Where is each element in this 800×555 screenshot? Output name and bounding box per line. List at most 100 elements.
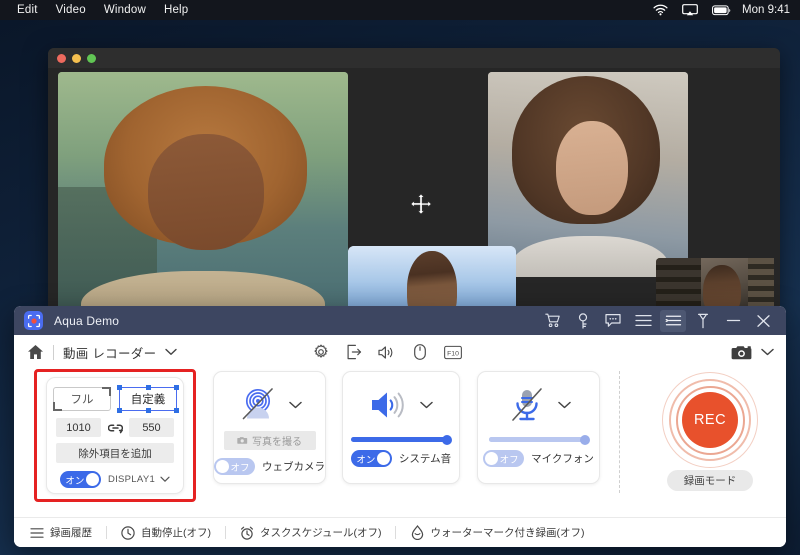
- resize-handle-bl[interactable]: [117, 408, 122, 413]
- minimize-traffic-light[interactable]: [72, 53, 81, 63]
- participant-tile-2[interactable]: [488, 72, 688, 277]
- system-volume-slider[interactable]: [351, 434, 452, 445]
- tile-2-face: [556, 121, 628, 216]
- mouse-icon[interactable]: [411, 343, 429, 361]
- aqua-demo-window[interactable]: Aqua Demo 動画 レコーダー F10 フル 自定義 1010 550 除…: [14, 306, 786, 547]
- microphone-toggle[interactable]: オフ: [483, 450, 525, 467]
- panel-divider: [619, 371, 620, 493]
- custom-region-label: 自定義: [130, 394, 166, 406]
- chevron-down-icon[interactable]: [165, 348, 178, 356]
- webcam-chevron-down-icon[interactable]: [288, 401, 302, 409]
- wifi-icon[interactable]: [646, 4, 675, 16]
- tile-4-shelf-left: [656, 258, 701, 310]
- app-title: Aqua Demo: [54, 313, 120, 328]
- custom-region-button[interactable]: 自定義: [117, 385, 179, 413]
- microphone-volume-thumb[interactable]: [579, 434, 590, 445]
- resize-handle-br[interactable]: [174, 408, 179, 413]
- task-schedule-item[interactable]: タスクスケジュール(オフ): [240, 525, 381, 540]
- list-settings-icon[interactable]: [660, 309, 686, 332]
- sound-chevron-down-icon[interactable]: [420, 401, 433, 409]
- add-exclusion-button[interactable]: 除外項目を追加: [56, 443, 174, 463]
- webcam-off-icon[interactable]: [238, 386, 278, 424]
- call-window-titlebar: [48, 48, 780, 68]
- key-icon[interactable]: [570, 310, 596, 332]
- microphone-volume-slider[interactable]: [488, 434, 590, 445]
- recorder-mode-label[interactable]: 動画 レコーダー: [63, 343, 156, 362]
- system-volume-thumb[interactable]: [442, 434, 452, 445]
- display-settings-highlight: フル 自定義 1010 550 除外項目を追加 オン DISPLAY1: [34, 369, 196, 502]
- link-icon[interactable]: [107, 422, 123, 434]
- height-input[interactable]: [129, 418, 174, 437]
- resize-handle-tr[interactable]: [174, 385, 179, 390]
- pin-icon[interactable]: [690, 310, 716, 332]
- video-call-window[interactable]: [48, 48, 780, 310]
- recording-mode-button[interactable]: 録画モード: [667, 470, 753, 491]
- app-titlebar: Aqua Demo: [14, 306, 786, 335]
- webcam-toggle-label: オフ: [230, 462, 250, 474]
- tile-4-shelf-right: [748, 258, 774, 310]
- system-sound-toggle-label: オン: [356, 454, 376, 466]
- display-selector[interactable]: DISPLAY1: [108, 474, 170, 485]
- speaker-icon[interactable]: [378, 343, 396, 361]
- cart-icon[interactable]: [540, 310, 566, 332]
- camera-icon[interactable]: [731, 344, 753, 361]
- menu-item-edit[interactable]: Edit: [8, 4, 47, 16]
- menu-item-help[interactable]: Help: [155, 4, 197, 16]
- watermark-item[interactable]: ウォーターマーク付き録画(オフ): [410, 525, 584, 540]
- auto-stop-item[interactable]: 自動停止(オフ): [121, 525, 211, 540]
- webcam-toggle[interactable]: オフ: [214, 458, 255, 475]
- control-panels: フル 自定義 1010 550 除外項目を追加 オン DISPLAY1 写真を撮…: [14, 369, 786, 506]
- display-toggle-knob: [85, 473, 99, 486]
- battery-icon[interactable]: [705, 4, 738, 16]
- system-volume-fill: [351, 437, 451, 442]
- display-settings-card: フル 自定義 1010 550 除外項目を追加 オン DISPLAY1: [46, 377, 184, 494]
- menu-item-video[interactable]: Video: [47, 4, 95, 16]
- take-photo-button[interactable]: 写真を撮る: [223, 431, 316, 450]
- mic-off-icon[interactable]: [507, 386, 547, 424]
- display-name-label: DISPLAY1: [107, 474, 156, 485]
- export-icon[interactable]: [345, 343, 363, 361]
- display-toggle[interactable]: オン: [59, 471, 101, 488]
- participant-tile-3[interactable]: [348, 246, 516, 310]
- home-icon[interactable]: [26, 343, 44, 361]
- width-input[interactable]: [56, 418, 101, 437]
- system-sound-toggle[interactable]: オン: [350, 450, 392, 467]
- sound-icon-row: [369, 382, 433, 428]
- microphone-toggle-knob: [485, 452, 499, 465]
- resize-handle-tc[interactable]: [145, 385, 151, 390]
- capture-mode-row: フル 自定義: [53, 385, 179, 413]
- display-toggle-label: オン: [65, 475, 85, 487]
- airplay-icon[interactable]: [675, 4, 705, 16]
- task-schedule-label: タスクスケジュール(オフ): [260, 527, 382, 539]
- webcam-toggle-knob: [216, 460, 229, 473]
- close-icon[interactable]: [750, 310, 776, 332]
- display-toggle-row: オン DISPLAY1: [59, 471, 170, 488]
- maximize-traffic-light[interactable]: [87, 53, 96, 63]
- resize-handle-bc[interactable]: [145, 408, 151, 413]
- full-screen-button[interactable]: フル: [53, 387, 111, 411]
- menu-item-window[interactable]: Window: [95, 4, 155, 16]
- resize-handle-tl[interactable]: [117, 385, 122, 390]
- take-photo-label: 写真を撮る: [252, 437, 302, 448]
- webcam-card: 写真を撮る オフ ウェブカメラ: [213, 371, 326, 484]
- mic-chevron-down-icon[interactable]: [557, 401, 571, 409]
- participant-tile-4[interactable]: [656, 258, 774, 310]
- watermark-label: ウォーターマーク付き録画(オフ): [430, 527, 585, 539]
- close-traffic-light[interactable]: [57, 53, 66, 63]
- menu-bar-clock: Mon 9:41: [742, 4, 790, 16]
- alarm-icon: [240, 526, 254, 540]
- participant-tile-1[interactable]: [58, 72, 348, 310]
- system-sound-toggle-knob: [376, 452, 390, 465]
- f10-key-icon[interactable]: F10: [443, 343, 462, 361]
- speaker-on-icon[interactable]: [369, 386, 409, 424]
- recording-history-item[interactable]: 録画履歴: [30, 525, 92, 540]
- camera-chevron-down-icon[interactable]: [761, 348, 774, 356]
- status-divider-3: [395, 526, 397, 539]
- chat-icon[interactable]: [600, 310, 626, 332]
- system-sound-card: オン システム音: [342, 371, 460, 484]
- minimize-icon[interactable]: [720, 310, 746, 332]
- status-divider-2: [225, 526, 226, 539]
- gear-icon[interactable]: [312, 343, 330, 361]
- tile-1-face: [147, 134, 264, 250]
- menu-icon[interactable]: [630, 310, 656, 332]
